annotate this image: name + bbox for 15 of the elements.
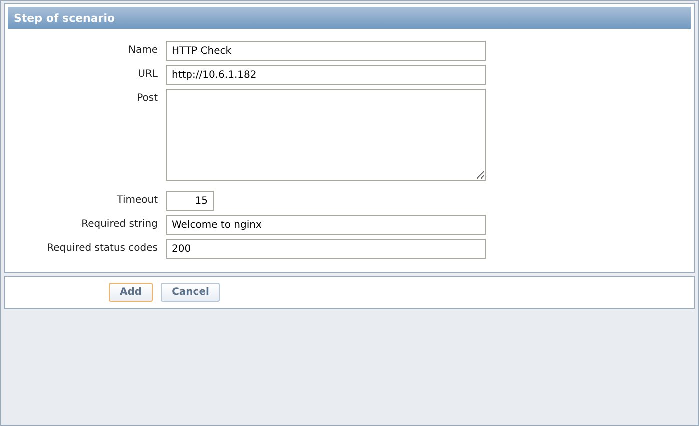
cancel-button[interactable]: Cancel	[161, 283, 220, 302]
panel-title: Step of scenario	[14, 12, 116, 24]
text-area[interactable]	[166, 89, 486, 181]
field-label: Post	[136, 92, 159, 106]
field-label: Timeout	[116, 194, 159, 208]
field-label: Required string	[80, 218, 159, 232]
input-field[interactable]: http://10.6.1.182	[166, 65, 486, 85]
input-field[interactable]: Welcome to nginx	[166, 215, 486, 235]
input-field[interactable]: HTTP Check	[166, 41, 486, 61]
field-label: Required status codes	[46, 242, 159, 256]
add-button[interactable]: Add	[109, 283, 154, 302]
input-field[interactable]: 15	[166, 191, 214, 211]
field-label: Name	[127, 44, 159, 58]
input-field[interactable]: 200	[166, 239, 486, 259]
field-label: URL	[137, 68, 159, 82]
